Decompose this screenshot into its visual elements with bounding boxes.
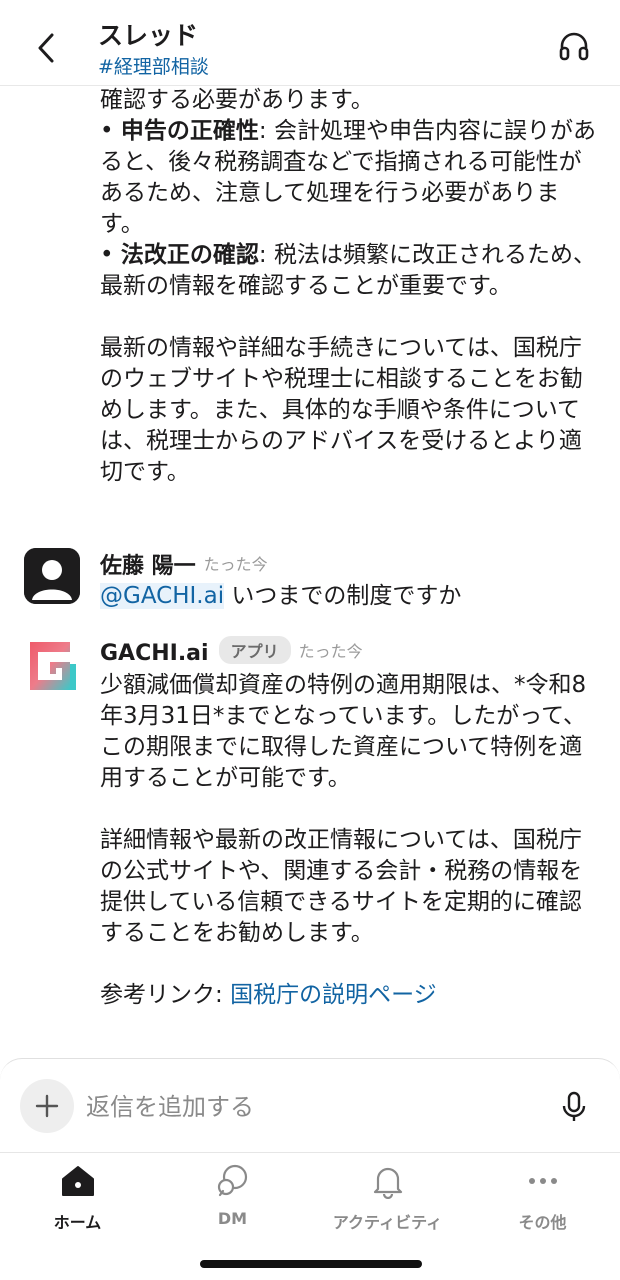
message-body: @GACHI.ai いつまでの制度ですか — [100, 581, 600, 612]
more-icon — [528, 1178, 557, 1184]
timestamp: たった今 — [203, 555, 268, 574]
page-title: スレッド — [98, 21, 199, 50]
avatar[interactable] — [24, 548, 80, 604]
message-body: 少額減価償却資産の特例の適用期限は、*令和8年3月31日*までとなっています。し… — [100, 670, 600, 1011]
reference-label: 参考リンク: — [100, 982, 231, 1008]
app-avatar[interactable] — [24, 638, 80, 694]
back-button[interactable] — [28, 28, 64, 68]
message-line: 確認する必要があります。 — [100, 87, 374, 113]
thread-header: スレッド #経理部相談 — [0, 0, 620, 86]
message-paragraph: 詳細情報や最新の改正情報については、国税庁の公式サイトや、関連する会計・税務の情… — [100, 827, 583, 946]
tab-more[interactable]: その他 — [465, 1161, 620, 1235]
mention-link[interactable]: @GACHI.ai — [100, 583, 225, 609]
tab-dm[interactable]: DM — [155, 1161, 310, 1235]
voice-input-button[interactable] — [560, 1091, 588, 1123]
reference-link[interactable]: 国税庁の説明ページ — [230, 982, 437, 1008]
tab-home[interactable]: ホーム — [0, 1161, 155, 1235]
microphone-icon — [562, 1091, 586, 1121]
bottom-nav: ホーム DM アクティビティ その他 — [0, 1152, 620, 1280]
tab-label: DM — [217, 1209, 248, 1228]
message-continued: 確認する必要があります。 • 申告の正確性: 会計処理や申告内容に誤りがあると、… — [100, 86, 600, 488]
sender-name[interactable]: 佐藤 陽一 — [100, 554, 196, 579]
chevron-left-icon — [38, 33, 54, 63]
reference-line: 参考リンク: 国税庁の説明ページ — [100, 980, 600, 1011]
channel-link[interactable]: #経理部相談 — [98, 52, 209, 79]
headphones-icon — [559, 32, 589, 61]
message-header: 佐藤 陽一 たった今 — [100, 548, 268, 580]
huddle-button[interactable] — [558, 30, 590, 62]
plus-icon — [35, 1094, 59, 1118]
tab-label: アクティビティ — [332, 1213, 443, 1232]
reply-input[interactable] — [86, 1087, 526, 1127]
app-badge: アプリ — [218, 636, 291, 664]
home-icon — [61, 1166, 94, 1196]
bell-icon — [373, 1167, 402, 1199]
tab-activity[interactable]: アクティビティ — [310, 1161, 465, 1235]
bullet-label: 法改正の確認 — [120, 242, 259, 268]
message-header: GACHI.ai アプリ たった今 — [100, 636, 363, 666]
bullet-label: 申告の正確性 — [120, 118, 259, 144]
add-attachment-button[interactable] — [20, 1079, 74, 1133]
user-avatar-icon — [24, 548, 80, 604]
message-text: いつまでの制度ですか — [224, 583, 462, 609]
message-list[interactable]: 確認する必要があります。 • 申告の正確性: 会計処理や申告内容に誤りがあると、… — [0, 86, 620, 1060]
bullet-item: • 法改正の確認: 税法は頻繁に改正されるため、最新の情報を確認することが重要で… — [100, 242, 596, 299]
tab-label: その他 — [518, 1213, 567, 1232]
message-paragraph: 最新の情報や詳細な手続きについては、国税庁のウェブサイトや税理士に相談することを… — [100, 335, 583, 485]
home-indicator — [200, 1260, 422, 1268]
message-paragraph: 少額減価償却資産の特例の適用期限は、*令和8年3月31日*までとなっています。し… — [100, 672, 587, 791]
bullet-item: • 申告の正確性: 会計処理や申告内容に誤りがあると、後々税務調査などで指摘され… — [100, 118, 596, 237]
gachi-logo-icon — [30, 642, 76, 690]
dm-icon — [217, 1164, 247, 1197]
timestamp: たった今 — [298, 642, 363, 661]
reply-composer — [0, 1058, 620, 1152]
sender-name[interactable]: GACHI.ai — [100, 641, 209, 666]
tab-label: ホーム — [53, 1213, 102, 1232]
